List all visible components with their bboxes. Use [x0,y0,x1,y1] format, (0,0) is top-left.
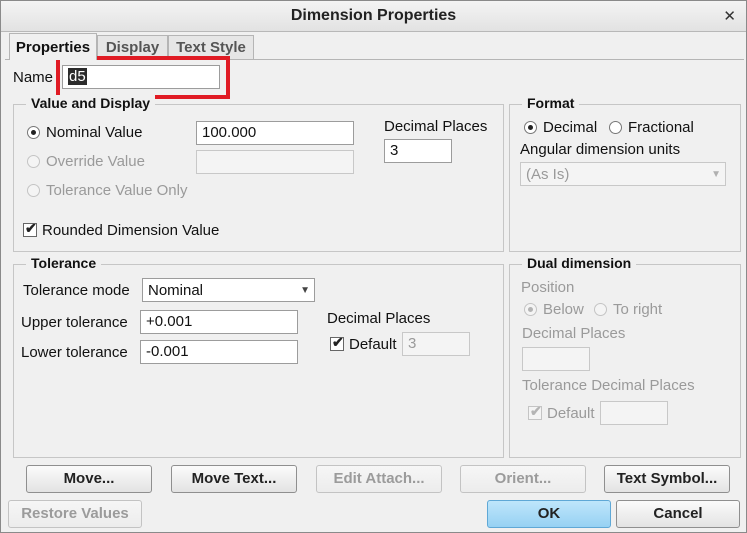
fractional-radio[interactable] [609,121,622,134]
move-button[interactable]: Move... [26,465,152,493]
vd-decimal-places-label: Decimal Places [384,118,488,135]
decimal-radio[interactable] [524,121,537,134]
chevron-down-icon: ▼ [711,169,721,180]
value-display-title: Value and Display [26,95,156,111]
tol-default-label: Default [349,336,397,353]
decimal-label: Decimal [543,119,598,136]
window-title: Dimension Properties [290,7,457,24]
rounded-dimension-checkbox[interactable]: ✔ [23,220,37,237]
tol-decimal-places-label: Decimal Places [327,310,431,327]
check-icon: ✔ [25,220,37,236]
override-value-radio[interactable] [27,155,40,168]
below-label: Below [543,301,584,318]
check-icon: ✔ [332,334,344,350]
name-label: Name [13,69,54,86]
title-bar[interactable]: Dimension Properties ✕ [1,1,746,32]
angular-units-label: Angular dimension units [520,141,681,158]
dual-tol-decimal-label: Tolerance Decimal Places [522,377,695,394]
tolerance-mode-select[interactable]: Nominal ▼ [142,278,315,302]
dual-default-input[interactable] [600,401,668,425]
nominal-value-input[interactable]: 100.000 [196,121,354,145]
dual-dimension-title: Dual dimension [522,255,637,271]
tol-default-input[interactable]: 3 [402,332,470,356]
format-title: Format [522,95,580,111]
edit-attach-button[interactable]: Edit Attach... [316,465,442,493]
nominal-value-radio[interactable] [27,126,40,139]
ok-button[interactable]: OK [487,500,611,528]
tolerance-value-only-label: Tolerance Value Only [46,182,188,199]
to-right-label: To right [613,301,663,318]
rounded-dimension-label: Rounded Dimension Value [42,222,220,239]
override-value-input[interactable] [196,150,354,174]
cancel-button[interactable]: Cancel [616,500,740,528]
tab-properties[interactable]: Properties [9,33,97,60]
check-icon: ✔ [530,403,542,419]
dual-default-label: Default [547,405,595,422]
lower-tolerance-input[interactable]: -0.001 [140,340,298,364]
dimension-properties-dialog: Dimension Properties ✕ Properties Displa… [0,0,747,533]
move-text-button[interactable]: Move Text... [171,465,297,493]
dual-decimal-places-input[interactable] [522,347,590,371]
restore-values-button[interactable]: Restore Values [8,500,142,528]
position-label: Position [521,279,575,296]
dual-decimal-places-label: Decimal Places [522,325,626,342]
tolerance-mode-value: Nominal [148,282,204,299]
text-symbol-button[interactable]: Text Symbol... [604,465,730,493]
orient-button[interactable]: Orient... [460,465,586,493]
tolerance-value-only-radio[interactable] [27,184,40,197]
fractional-label: Fractional [628,119,694,136]
name-highlight-box [56,56,230,99]
chevron-down-icon: ▼ [300,285,310,296]
angular-units-value: (As Is) [526,166,570,183]
upper-tolerance-input[interactable]: +0.001 [140,310,298,334]
lower-tolerance-label: Lower tolerance [21,344,128,361]
nominal-value-label: Nominal Value [46,124,143,141]
tolerance-title: Tolerance [26,255,102,271]
to-right-radio[interactable] [594,303,607,316]
below-radio[interactable] [524,303,537,316]
tol-default-checkbox[interactable]: ✔ [330,334,344,351]
close-icon[interactable]: ✕ [723,7,736,25]
override-value-label: Override Value [46,153,145,170]
tolerance-mode-label: Tolerance mode [23,282,130,299]
dual-default-checkbox[interactable]: ✔ [528,403,542,420]
vd-decimal-places-input[interactable]: 3 [384,139,452,163]
angular-units-select[interactable]: (As Is) ▼ [520,162,726,186]
upper-tolerance-label: Upper tolerance [21,314,128,331]
